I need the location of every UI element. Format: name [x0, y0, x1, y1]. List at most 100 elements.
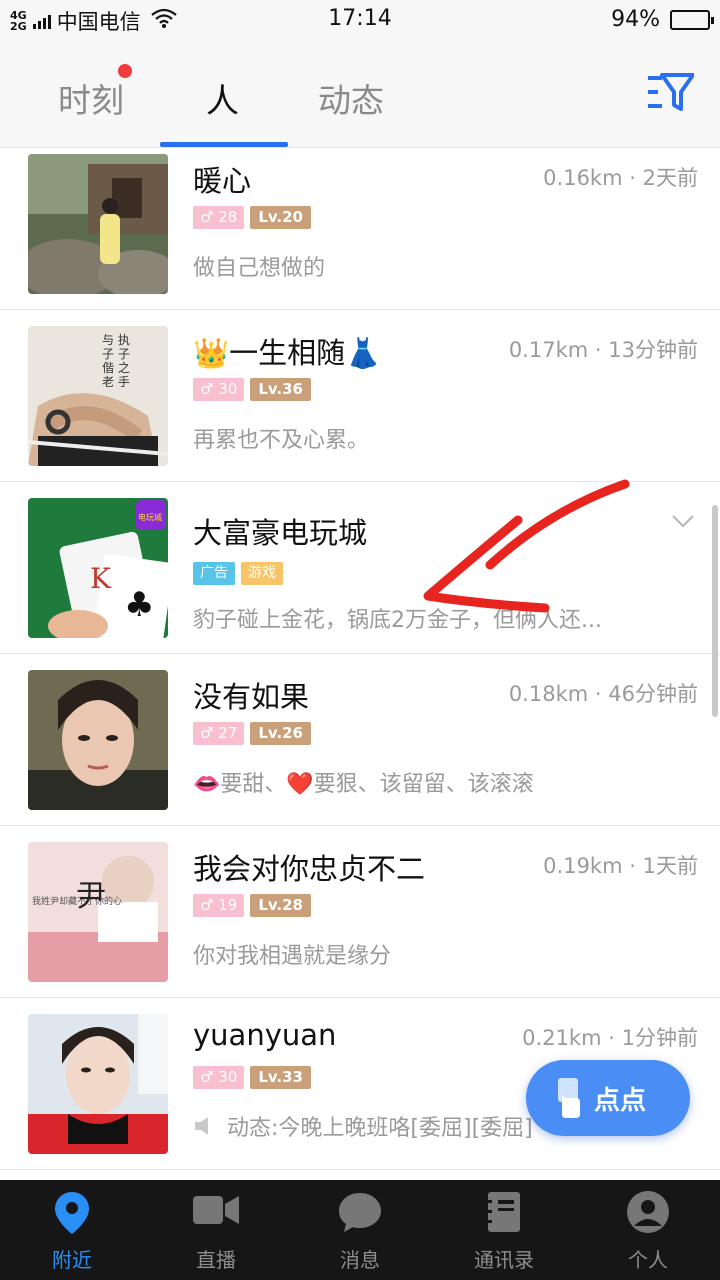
- nav-label: 消息: [340, 1248, 380, 1272]
- tag-group: ♂ 30 Lv.36: [193, 378, 311, 401]
- contacts-book-icon: [486, 1192, 520, 1232]
- distance-time: 0.18km · 46分钟前: [509, 678, 698, 708]
- user-name: 没有如果: [193, 680, 310, 714]
- user-name: yuanyuan: [193, 1018, 337, 1052]
- chat-bubble-icon: [339, 1193, 381, 1232]
- distance-time: 0.19km · 1天前: [543, 850, 698, 880]
- ad-list-item[interactable]: K ♣ 电玩城 大富豪电玩城 广告 游戏 豹子碰上金花，锅底2万金子，但俩人还.…: [0, 482, 720, 654]
- ad-image: K ♣ 电玩城: [28, 498, 168, 638]
- hand-tap-icon: [558, 1078, 580, 1118]
- svg-text:♣: ♣: [124, 585, 154, 625]
- tag-group: ♂ 28 Lv.20: [193, 206, 311, 229]
- distance: 0.16km: [543, 166, 623, 190]
- distance-time: 0.17km · 13分钟前: [509, 334, 698, 364]
- list-item[interactable]: 没有如果 0.18km · 46分钟前 ♂ 27 Lv.26 👄要甜、❤️要狠、…: [0, 654, 720, 826]
- location-pin-icon: [55, 1192, 89, 1234]
- tag-group: ♂ 19 Lv.28: [193, 894, 311, 917]
- nav-contacts[interactable]: 通讯录: [432, 1180, 576, 1280]
- last-active-time: 2天前: [642, 166, 698, 190]
- nav-live[interactable]: 直播: [144, 1180, 288, 1280]
- last-active-time: 46分钟前: [608, 682, 698, 706]
- age-badge: ♂ 27: [193, 722, 245, 745]
- avatar-text: 老 手: [102, 375, 130, 389]
- filter-button[interactable]: [648, 72, 695, 112]
- tab-dynamic[interactable]: 动态: [318, 74, 384, 122]
- tag-group: ♂ 30 Lv.33: [193, 1066, 311, 1089]
- avatar: [28, 1014, 168, 1154]
- separator: ·: [629, 166, 636, 190]
- avatar-character: 尹: [76, 879, 106, 914]
- age-badge: ♂ 19: [193, 894, 245, 917]
- top-tab-bar: 时刻 人 动态: [0, 38, 720, 148]
- signature-text: 动态:今晚上晚班咯[委屈][委屈]: [227, 1116, 533, 1141]
- list-item[interactable]: 暖心 0.16km · 2天前 ♂ 28 Lv.20 做自己想做的: [0, 148, 720, 310]
- signature: 你对我相遇就是缘分: [193, 944, 392, 969]
- signature: 👄要甜、❤️要狠、该留留、该滚滚: [193, 772, 534, 797]
- avatar: [28, 154, 168, 294]
- nav-profile[interactable]: 个人: [576, 1180, 720, 1280]
- fab-label: 点点: [594, 1085, 647, 1116]
- age-badge: ♂ 28: [193, 206, 245, 229]
- dian-dian-fab[interactable]: 点点: [526, 1060, 690, 1136]
- distance-time: 0.16km · 2天前: [543, 162, 698, 192]
- nav-label: 直播: [196, 1248, 236, 1272]
- filter-icon: [648, 73, 695, 111]
- avatar-text: 与 执: [102, 333, 130, 347]
- signature: 动态:今晚上晚班咯[委屈][委屈]: [193, 1110, 533, 1142]
- distance: 0.18km: [508, 682, 589, 706]
- user-name: 暖心: [193, 164, 252, 198]
- last-active-time: 13分钟前: [608, 338, 698, 362]
- nav-messages[interactable]: 消息: [288, 1180, 432, 1280]
- tab-people[interactable]: 人: [206, 74, 239, 122]
- age-badge: ♂ 30: [193, 378, 245, 401]
- user-name: 我会对你忠贞不二: [193, 852, 426, 886]
- battery-icon: [670, 9, 714, 30]
- active-tab-indicator: [160, 142, 288, 147]
- chevron-down-icon[interactable]: [672, 514, 694, 528]
- last-active-time: 1分钟前: [621, 1026, 698, 1050]
- separator: ·: [608, 1026, 615, 1050]
- list-item[interactable]: 我姓尹却藏不了你的心 尹 我会对你忠贞不二 0.19km · 1天前 ♂ 19 …: [0, 826, 720, 998]
- separator: ·: [629, 854, 636, 878]
- avatar: 我姓尹却藏不了你的心 尹: [28, 842, 168, 982]
- user-name: 👑一生相随👗: [193, 336, 382, 370]
- distance: 0.19km: [543, 854, 623, 878]
- ad-badge: 广告: [193, 562, 235, 585]
- nav-nearby[interactable]: 附近: [0, 1180, 144, 1280]
- ad-title: 大富豪电玩城: [193, 516, 368, 550]
- speaker-icon: [195, 1117, 208, 1135]
- ad-description: 豹子碰上金花，锅底2万金子，但俩人还...: [193, 608, 602, 633]
- person-icon: [627, 1191, 669, 1233]
- ad-badge-text: 电玩城: [138, 512, 162, 522]
- avatar-text: 偕 之: [102, 360, 130, 375]
- level-badge: Lv.33: [250, 1066, 311, 1089]
- level-badge: Lv.26: [250, 722, 311, 745]
- age-value: 30: [218, 380, 238, 398]
- nav-label: 通讯录: [474, 1248, 534, 1272]
- level-badge: Lv.28: [250, 894, 311, 917]
- separator: ·: [594, 338, 602, 362]
- age-value: 19: [218, 896, 238, 914]
- game-badge: 游戏: [241, 562, 283, 585]
- avatar-text: 子 子: [102, 347, 130, 361]
- last-active-time: 1天前: [642, 854, 698, 878]
- tag-group: ♂ 27 Lv.26: [193, 722, 311, 745]
- scrollbar[interactable]: [712, 505, 718, 717]
- level-badge: Lv.36: [250, 378, 311, 401]
- age-value: 27: [218, 724, 238, 742]
- bottom-navigation: 附近 直播 消息 通讯录 个人: [0, 1180, 720, 1280]
- nearby-people-list: 暖心 0.16km · 2天前 ♂ 28 Lv.20 做自己想做的 与 执 子 …: [0, 148, 720, 1180]
- avatar: 与 执 子 子 偕 之 老 手: [28, 326, 168, 466]
- notification-dot: [118, 64, 132, 78]
- tab-moment[interactable]: 时刻: [58, 74, 124, 122]
- battery-indicator: 94%: [611, 7, 714, 32]
- signature: 做自己想做的: [193, 256, 326, 281]
- battery-percent: 94%: [611, 7, 660, 32]
- age-value: 28: [218, 208, 238, 226]
- card-letter: K: [90, 562, 112, 595]
- age-badge: ♂ 30: [193, 1066, 245, 1089]
- distance: 0.21km: [522, 1026, 602, 1050]
- tag-group: 广告 游戏: [193, 562, 283, 585]
- level-badge: Lv.20: [250, 206, 311, 229]
- list-item[interactable]: 与 执 子 子 偕 之 老 手 👑一生相随👗 0.17km · 13分钟前 ♂ …: [0, 310, 720, 482]
